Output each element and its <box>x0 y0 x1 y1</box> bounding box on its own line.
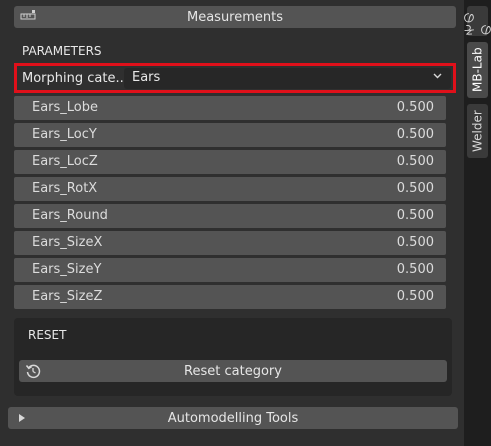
tab-label: そのの <box>462 12 491 36</box>
slider-value: 0.500 <box>396 235 434 250</box>
automodelling-tools-label: Automodelling Tools <box>167 410 299 426</box>
morphing-category-dropdown[interactable]: Ears <box>124 68 451 89</box>
slider-ears-sizey[interactable]: Ears_SizeY 0.500 <box>14 258 446 282</box>
slider-value: 0.500 <box>396 100 434 115</box>
slider-value: 0.500 <box>396 127 434 142</box>
automodelling-tools-button[interactable]: Automodelling Tools <box>8 407 458 429</box>
slider-label: Ears_Round <box>32 208 108 223</box>
slider-value: 0.500 <box>396 154 434 169</box>
slider-label: Ears_Lobe <box>32 100 99 115</box>
reset-heading: RESET <box>28 328 67 342</box>
slider-label: Ears_SizeX <box>32 235 103 250</box>
slider-ears-locy[interactable]: Ears_LocY 0.500 <box>14 123 446 147</box>
slider-label: Ears_SizeY <box>32 262 102 277</box>
slider-ears-rotx[interactable]: Ears_RotX 0.500 <box>14 177 446 201</box>
tab-label: Welder <box>470 110 485 152</box>
slider-label: Ears_LocZ <box>32 154 98 169</box>
morphing-category-value: Ears <box>132 70 161 85</box>
tab-welder[interactable]: Welder <box>467 104 488 158</box>
slider-ears-round[interactable]: Ears_Round 0.500 <box>14 204 446 228</box>
slider-label: Ears_RotX <box>32 181 98 196</box>
reset-category-button[interactable]: Reset category <box>19 360 447 382</box>
triangle-right-icon <box>18 412 26 422</box>
properties-panel: Measurements PARAMETERS Morphing cate.. … <box>0 0 464 446</box>
slider-ears-sizez[interactable]: Ears_SizeZ 0.500 <box>14 285 446 309</box>
chevron-down-icon <box>432 70 443 84</box>
slider-value: 0.500 <box>396 208 434 223</box>
measurements-label: Measurements <box>186 9 284 25</box>
sidebar-tabs: そのの MB-Lab Welder <box>463 0 491 446</box>
slider-ears-sizex[interactable]: Ears_SizeX 0.500 <box>14 231 446 255</box>
slider-label: Ears_SizeZ <box>32 289 103 304</box>
reset-icon <box>25 363 41 379</box>
morphing-category-row: Morphing cate.. Ears <box>14 63 456 93</box>
morphing-category-label: Morphing cate.. <box>22 71 124 86</box>
reset-category-label: Reset category <box>184 363 282 379</box>
slider-ears-locz[interactable]: Ears_LocZ 0.500 <box>14 150 446 174</box>
reset-section: RESET Reset category <box>14 318 452 396</box>
slider-ears-lobe[interactable]: Ears_Lobe 0.500 <box>14 96 446 120</box>
tab-label: MB-Lab <box>470 47 485 93</box>
slider-value: 0.500 <box>396 289 434 304</box>
slider-label: Ears_LocY <box>32 127 97 142</box>
tab-first[interactable]: そのの <box>463 6 491 36</box>
tab-mb-lab[interactable]: MB-Lab <box>467 42 488 98</box>
measurements-button[interactable]: Measurements <box>14 6 456 28</box>
ruler-icon <box>20 9 36 23</box>
parameters-heading: PARAMETERS <box>22 44 102 58</box>
slider-value: 0.500 <box>396 181 434 196</box>
slider-value: 0.500 <box>396 262 434 277</box>
